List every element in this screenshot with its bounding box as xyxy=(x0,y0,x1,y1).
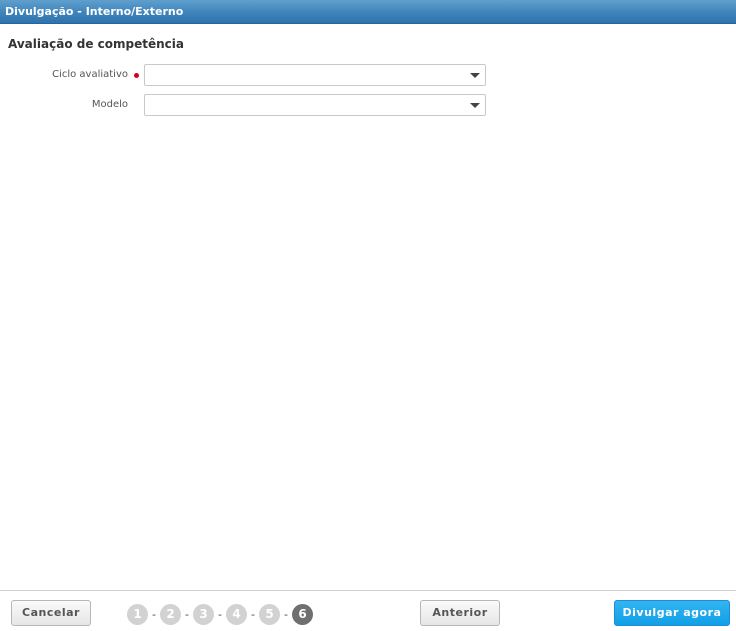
step-separator: - xyxy=(251,607,255,621)
caret-down-icon[interactable] xyxy=(470,73,480,78)
step-6-current: 6 xyxy=(292,603,313,625)
step-indicator: 1 - 2 - 3 - 4 - 5 - 6 xyxy=(127,603,313,625)
step-separator: - xyxy=(185,607,189,621)
step-5: 5 xyxy=(259,603,280,625)
dialog-window: Divulgação - Interno/Externo Avaliação d… xyxy=(0,0,736,631)
section-title: Avaliação de competência xyxy=(8,37,184,51)
required-marker-icon xyxy=(134,73,139,78)
step-4: 4 xyxy=(226,603,247,625)
field-label: Modelo xyxy=(91,99,128,110)
modelo-select[interactable] xyxy=(144,94,486,116)
field-label: Ciclo avaliativo xyxy=(52,69,128,80)
publish-now-button[interactable]: Divulgar agora xyxy=(614,600,730,626)
caret-down-icon[interactable] xyxy=(470,103,480,108)
previous-button[interactable]: Anterior xyxy=(420,600,500,626)
footer-divider xyxy=(0,590,736,591)
title-bar: Divulgação - Interno/Externo xyxy=(0,0,736,24)
step-separator: - xyxy=(218,607,222,621)
step-separator: - xyxy=(284,607,288,621)
window-title: Divulgação - Interno/Externo xyxy=(5,5,184,18)
step-3: 3 xyxy=(193,603,214,625)
step-1: 1 xyxy=(127,603,148,625)
field-ciclo-avaliativo: Ciclo avaliativo xyxy=(0,64,736,86)
step-2: 2 xyxy=(160,603,181,625)
cancel-button[interactable]: Cancelar xyxy=(11,600,91,626)
field-modelo: Modelo xyxy=(0,94,736,116)
ciclo-avaliativo-select[interactable] xyxy=(144,64,486,86)
step-separator: - xyxy=(152,607,156,621)
